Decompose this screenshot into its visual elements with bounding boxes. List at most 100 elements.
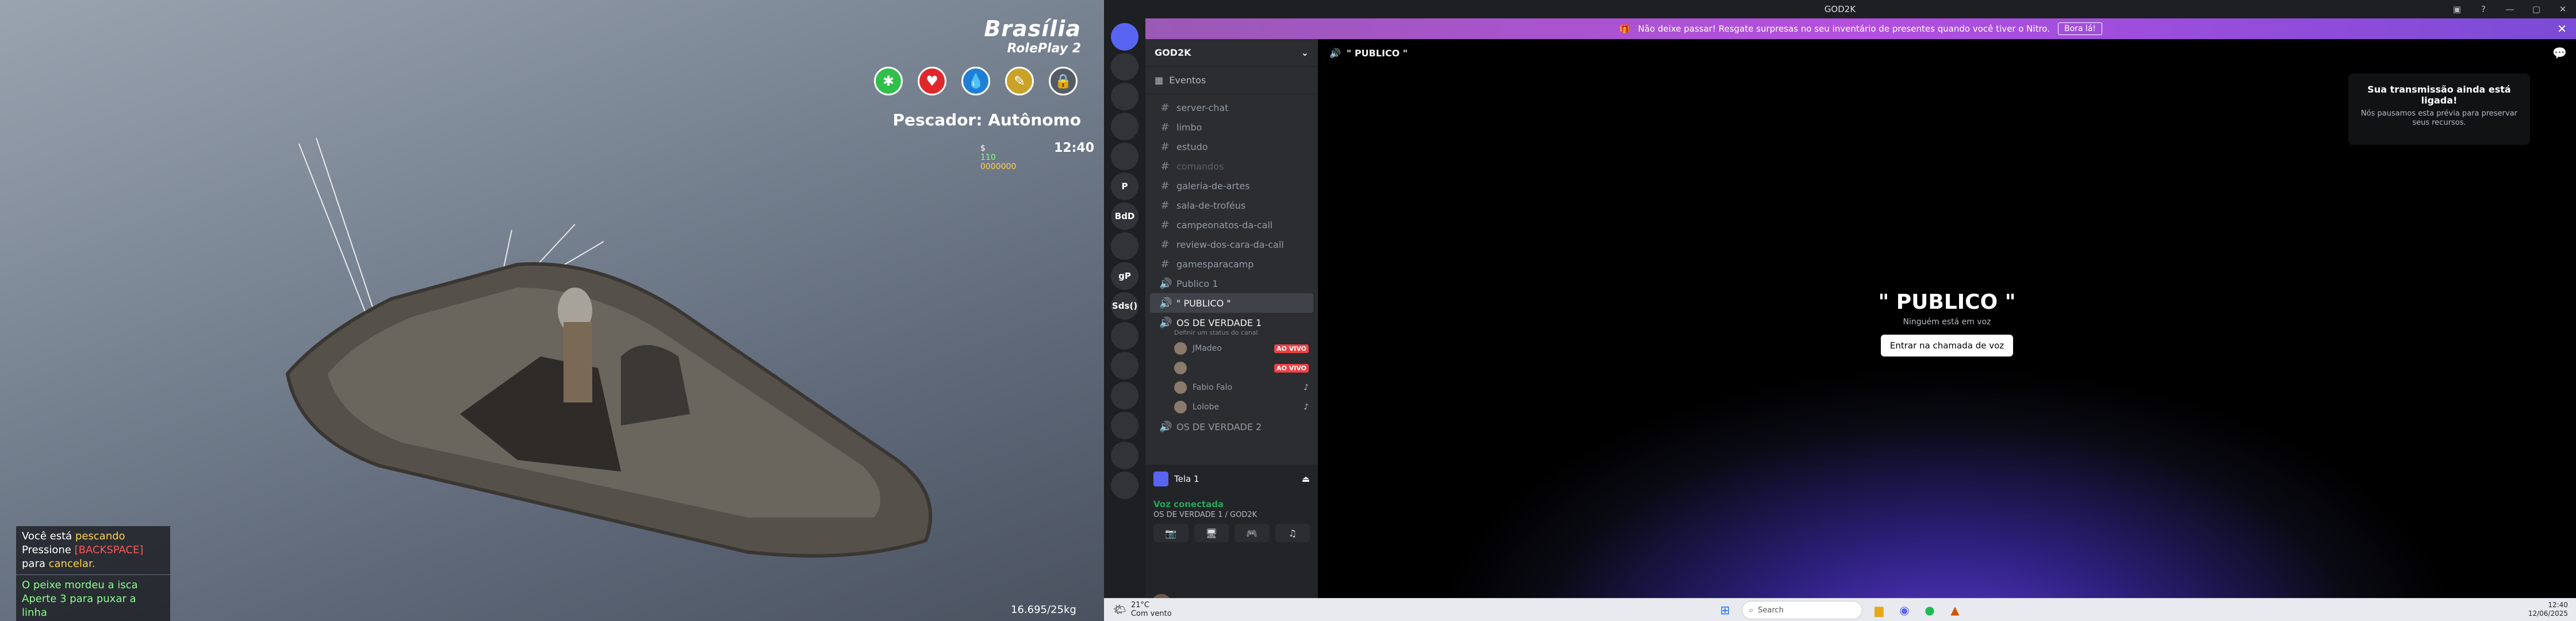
channel-item[interactable]: # sala-de-troféus	[1150, 195, 1313, 215]
windows-start-icon[interactable]: ⊞	[1716, 601, 1734, 619]
channel-label: server-chat	[1176, 102, 1229, 113]
channel-item[interactable]: # comandos	[1150, 156, 1313, 176]
taskbar-apps: ⊞ ⌕ Search ▆ ◉ ● ▲	[1716, 601, 1964, 619]
server-icon[interactable]	[1111, 143, 1138, 170]
channel-item[interactable]: # campeonatos-da-call	[1150, 215, 1313, 235]
server-icon[interactable]	[1111, 113, 1138, 140]
voice-status[interactable]: Voz conectada	[1153, 499, 1310, 509]
screen-thumbnail	[1153, 471, 1168, 486]
camera-button[interactable]: 📷	[1153, 524, 1189, 542]
status-icons: ✱ ♥ 💧 ✎ 🔒	[874, 67, 1078, 95]
channel-label: galeria-de-artes	[1176, 180, 1250, 191]
mini-hud: $ 110 0000000 12:40	[980, 142, 1094, 172]
server-rail: P BdD gP Sds()	[1104, 18, 1145, 621]
job-label: Pescador: Autônomo	[892, 110, 1081, 129]
stop-stream-icon[interactable]: ⏏	[1302, 474, 1310, 484]
channel-item[interactable]: 🔊 " PUBLICO "	[1150, 293, 1313, 313]
channel-label: estudo	[1176, 141, 1208, 152]
activity-button[interactable]: 🎮	[1235, 524, 1270, 542]
channel-label: campeonatos-da-call	[1176, 219, 1273, 231]
channel-item[interactable]: # review-dos-cara-da-call	[1150, 235, 1313, 254]
screen-share-button[interactable]: 🖥	[1194, 524, 1229, 542]
user-name: Lolobe	[1193, 402, 1220, 412]
clock-time: 12:40	[2548, 601, 2568, 609]
bank-value: 0000000	[980, 162, 1017, 171]
close-button[interactable]: ✕	[2550, 0, 2576, 18]
game-viewport: Brasília RolePlay 2 ✱ ♥ 💧 ✎ 🔒 Pescador: Autô…	[0, 0, 1104, 621]
stream-preview[interactable]: Tela 1 ⏏	[1145, 465, 1318, 493]
soundboard-button[interactable]: ♫	[1275, 524, 1310, 542]
voice-user[interactable]: Fabio Falo ♪	[1145, 378, 1318, 397]
channel-label: sala-de-troféus	[1176, 200, 1246, 211]
maximize-button[interactable]: ▢	[2523, 0, 2550, 18]
health-icon: ♥	[918, 67, 946, 95]
close-icon[interactable]: ✕	[2557, 22, 2567, 36]
discord-window: GOD2K ▣ ? — ▢ ✕ P BdD gP Sds() 🎁 Não deixe …	[1104, 0, 2576, 621]
channel-title: " PUBLICO "	[1346, 47, 1408, 59]
voice-user[interactable]: AO VIVO	[1145, 358, 1318, 378]
chevron-down-icon: ⌄	[1301, 47, 1309, 58]
channel-item[interactable]: # server-chat	[1150, 98, 1313, 117]
logo-subtitle: RolePlay 2	[1007, 41, 1081, 56]
channel-item[interactable]: # estudo	[1150, 137, 1313, 156]
help-icon[interactable]: ?	[2470, 0, 2497, 18]
hashtag-icon: #	[1160, 121, 1170, 133]
server-icon[interactable]: gP	[1111, 262, 1138, 290]
server-icon[interactable]	[1111, 352, 1138, 379]
user-name: Fabio Falo	[1193, 383, 1232, 392]
channel-list: # server-chat # limbo # estudo # comandos # galer…	[1145, 94, 1318, 332]
server-icon[interactable]	[1111, 382, 1138, 409]
channel-os-de-verdade-2[interactable]: 🔊 OS DE VERDADE 2	[1150, 417, 1313, 436]
events-label: Eventos	[1169, 75, 1206, 86]
search-box[interactable]: ⌕ Search	[1742, 601, 1862, 619]
server-icon[interactable]	[1111, 442, 1138, 469]
status-icon: ♪	[1304, 402, 1309, 412]
channel-status[interactable]: Definir um status do canal	[1145, 329, 1318, 336]
chat-icon[interactable]: 💬	[2552, 46, 2567, 60]
banner-button[interactable]: Bora lá!	[2057, 22, 2103, 35]
discord-home-icon[interactable]	[1111, 23, 1138, 51]
notif-text: Aperte 3 para puxar a linha	[22, 593, 136, 619]
server-icon[interactable]	[1111, 232, 1138, 260]
server-header[interactable]: GOD2K ⌄	[1145, 39, 1318, 67]
server-icon[interactable]: P	[1111, 172, 1138, 200]
channel-item[interactable]: # galeria-de-artes	[1150, 176, 1313, 195]
file-explorer-icon[interactable]: ▆	[1870, 601, 1888, 619]
system-clock[interactable]: 12:40 12/06/2025	[2528, 601, 2568, 618]
avatar	[1174, 362, 1187, 374]
search-placeholder: Search	[1758, 605, 1784, 615]
inbox-icon[interactable]: ▣	[2444, 0, 2470, 18]
server-icon[interactable]	[1111, 471, 1138, 499]
minimize-button[interactable]: —	[2497, 0, 2523, 18]
server-icon[interactable]: BdD	[1111, 202, 1138, 230]
server-icon[interactable]	[1111, 322, 1138, 350]
voice-user[interactable]: Lolobe ♪	[1145, 397, 1318, 417]
server-icon[interactable]	[1111, 83, 1138, 110]
speaker-icon: 🔊	[1159, 316, 1172, 329]
voice-user[interactable]: JMadeo AO VIVO	[1145, 339, 1318, 358]
hashtag-icon: #	[1160, 238, 1170, 251]
events-item[interactable]: ▦ Eventos	[1145, 67, 1318, 94]
voice-location[interactable]: OS DE VERDADE 1 / GOD2K	[1153, 511, 1310, 519]
center-title: " PUBLICO "	[1878, 290, 2016, 314]
window-title: GOD2K	[1824, 4, 1856, 14]
discord-icon[interactable]: ◉	[1896, 601, 1913, 619]
notif-text: Pressione	[22, 544, 75, 556]
channel-item[interactable]: # limbo	[1150, 117, 1313, 137]
channel-item[interactable]: 🔊 Publico 1	[1150, 274, 1313, 293]
nitro-banner: 🎁 Não deixe passar! Resgate surpresas no…	[1145, 18, 2576, 39]
notif-highlight: pescando	[75, 530, 125, 542]
server-icon[interactable]: Sds()	[1111, 292, 1138, 320]
server-icon[interactable]	[1111, 53, 1138, 80]
channel-label: Publico 1	[1176, 278, 1218, 289]
hashtag-icon: #	[1160, 101, 1170, 114]
channel-item[interactable]: # gamesparacamp	[1150, 254, 1313, 274]
server-icon[interactable]	[1111, 412, 1138, 439]
game-icon[interactable]: ▲	[1946, 601, 1964, 619]
stream-toast: Sua transmissão ainda está ligada! Nós p…	[2348, 74, 2530, 145]
hashtag-icon: #	[1160, 218, 1170, 231]
join-voice-button[interactable]: Entrar na chamada de voz	[1880, 335, 2014, 356]
notif-text: para	[22, 558, 49, 570]
weather-widget[interactable]: 🌤 21°C Com vento	[1113, 601, 1172, 618]
spotify-icon[interactable]: ●	[1921, 601, 1938, 619]
